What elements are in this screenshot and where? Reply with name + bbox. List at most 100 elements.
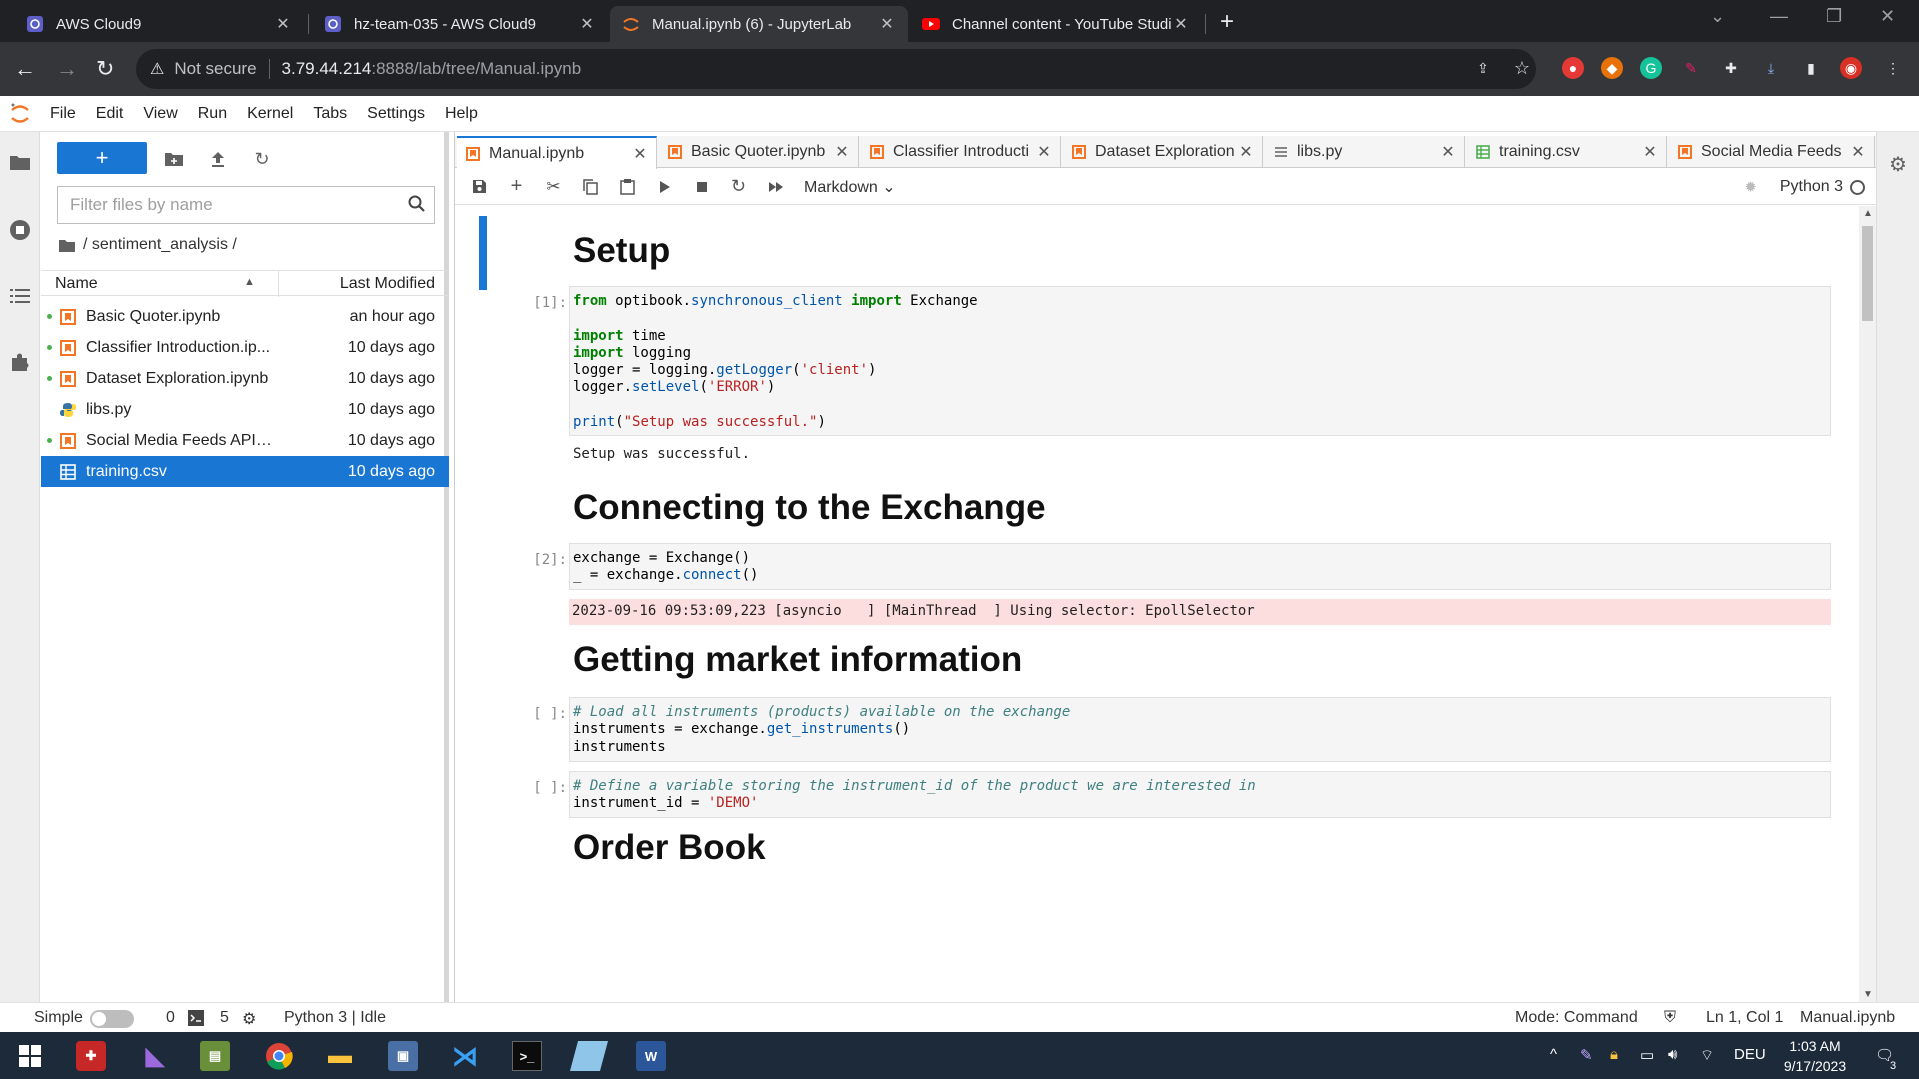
new-launcher-button[interactable]: + bbox=[57, 142, 147, 174]
copy-icon[interactable] bbox=[572, 178, 609, 195]
extension-metamask-icon[interactable]: ◆ bbox=[1601, 57, 1623, 79]
paste-icon[interactable] bbox=[609, 178, 646, 195]
file-filter-input[interactable]: Filter files by name bbox=[57, 186, 435, 224]
column-name[interactable]: Name bbox=[55, 275, 98, 293]
remote-desktop-icon[interactable]: ▣ bbox=[388, 1041, 418, 1071]
close-icon[interactable]: ✕ bbox=[1850, 142, 1866, 162]
file-row[interactable]: Classifier Introduction.ip... 10 days ag… bbox=[41, 332, 449, 363]
kernel-status[interactable]: Python 3 | Idle bbox=[284, 1009, 386, 1027]
close-icon[interactable]: ✕ bbox=[578, 14, 596, 34]
terminal-app-icon[interactable]: >_ bbox=[512, 1041, 542, 1071]
scroll-down-icon[interactable]: ▼ bbox=[1863, 989, 1873, 1000]
file-row[interactable]: libs.py 10 days ago bbox=[41, 394, 449, 425]
fast-forward-icon[interactable] bbox=[757, 181, 794, 193]
extension-adblock-icon[interactable]: ● bbox=[1562, 57, 1584, 79]
kernel-name[interactable]: Python 3 bbox=[1780, 178, 1843, 196]
menu-tabs[interactable]: Tabs bbox=[303, 105, 357, 123]
tab-basic-quoter[interactable]: Basic Quoter.ipynb ✕ bbox=[659, 136, 859, 168]
property-inspector-icon[interactable]: ⚙ bbox=[1889, 152, 1907, 177]
vscode-icon[interactable]: ⋊ bbox=[450, 1041, 480, 1071]
close-icon[interactable]: ✕ bbox=[878, 14, 896, 34]
browser-tab-aws-cloud9[interactable]: AWS Cloud9 ✕ bbox=[14, 6, 304, 42]
antivirus-icon[interactable]: ✚ bbox=[76, 1041, 106, 1071]
simple-mode-toggle[interactable] bbox=[90, 1010, 134, 1028]
chrome-icon[interactable] bbox=[264, 1041, 294, 1071]
file-row[interactable]: Dataset Exploration.ipynb 10 days ago bbox=[41, 363, 449, 394]
menu-settings[interactable]: Settings bbox=[357, 105, 435, 123]
browser-menu-icon[interactable]: ⋮ bbox=[1882, 57, 1904, 79]
debugger-icon[interactable]: ✹ bbox=[1744, 178, 1757, 196]
close-icon[interactable]: ✕ bbox=[1172, 14, 1190, 34]
menu-run[interactable]: Run bbox=[188, 105, 237, 123]
code-cell[interactable]: # Define a variable storing the instrume… bbox=[569, 771, 1831, 818]
code-cell[interactable]: from optibook.synchronous_client import … bbox=[569, 286, 1831, 436]
restore-icon[interactable]: ❐ bbox=[1826, 6, 1842, 27]
clock[interactable]: 1:03 AM 9/17/2023 bbox=[1770, 1036, 1860, 1076]
close-icon[interactable]: ✕ bbox=[1642, 142, 1658, 162]
tab-social-media-feeds[interactable]: Social Media Feeds ✕ bbox=[1669, 136, 1875, 168]
wifi-icon[interactable]: ⌔ bbox=[1700, 1046, 1714, 1065]
kernels-count[interactable]: 5 bbox=[220, 1009, 229, 1027]
save-icon[interactable] bbox=[461, 179, 498, 194]
minimize-icon[interactable]: — bbox=[1770, 6, 1788, 27]
tab-libs-py[interactable]: libs.py ✕ bbox=[1265, 136, 1465, 168]
extension-pen-icon[interactable]: ✎ bbox=[1680, 57, 1702, 79]
cut-icon[interactable]: ✂ bbox=[535, 177, 572, 197]
run-icon[interactable] bbox=[646, 180, 683, 194]
profile-avatar[interactable]: ◉ bbox=[1840, 57, 1862, 79]
sort-asc-icon[interactable]: ▲ bbox=[244, 276, 255, 288]
notebook-content[interactable]: Setup [1]: from optibook.synchronous_cli… bbox=[455, 206, 1860, 1002]
tray-chevron-icon[interactable]: ^ bbox=[1550, 1046, 1557, 1063]
image-viewer-icon[interactable]: ▤ bbox=[200, 1041, 230, 1071]
extension-manager-icon[interactable] bbox=[8, 350, 32, 374]
add-cell-icon[interactable]: + bbox=[498, 175, 535, 198]
extension-grammarly-icon[interactable]: G bbox=[1640, 57, 1662, 79]
scrollbar-thumb[interactable] bbox=[1862, 226, 1873, 321]
tab-search-icon[interactable]: ⌄ bbox=[1710, 6, 1725, 27]
terminals-count[interactable]: 0 bbox=[166, 1009, 175, 1027]
folder-icon[interactable] bbox=[59, 239, 75, 252]
close-window-icon[interactable]: ✕ bbox=[1880, 6, 1895, 27]
share-icon[interactable]: ⇪ bbox=[1472, 57, 1494, 79]
file-row[interactable]: Social Media Feeds API.i... 10 days ago bbox=[41, 425, 449, 456]
forward-icon[interactable]: → bbox=[56, 56, 78, 82]
table-of-contents-icon[interactable] bbox=[8, 284, 32, 308]
breadcrumb[interactable]: / sentiment_analysis / bbox=[59, 236, 237, 254]
menu-view[interactable]: View bbox=[133, 105, 187, 123]
downloads-icon[interactable]: ⤓ bbox=[1760, 57, 1782, 79]
menu-kernel[interactable]: Kernel bbox=[237, 105, 303, 123]
tab-manual-ipynb[interactable]: Manual.ipynb ✕ bbox=[457, 136, 657, 169]
volume-icon[interactable]: 🔊︎ bbox=[1668, 1046, 1677, 1063]
close-icon[interactable]: ✕ bbox=[274, 14, 292, 34]
column-last-modified[interactable]: Last Modified bbox=[340, 275, 435, 293]
file-explorer-icon[interactable]: ▬ bbox=[325, 1041, 355, 1071]
scroll-up-icon[interactable]: ▲ bbox=[1863, 208, 1873, 219]
refresh-icon[interactable]: ↻ bbox=[251, 148, 273, 170]
notebook-scrollbar[interactable]: ▲ ▼ bbox=[1859, 206, 1876, 1002]
battery-icon[interactable]: ▭ bbox=[1640, 1046, 1654, 1064]
notes-app-icon[interactable] bbox=[569, 1041, 609, 1071]
file-row-selected[interactable]: training.csv 10 days ago bbox=[41, 456, 449, 487]
language-indicator[interactable]: DEU bbox=[1734, 1046, 1766, 1063]
new-tab-button[interactable]: + bbox=[1220, 8, 1234, 36]
windows-start-icon[interactable] bbox=[15, 1041, 45, 1071]
extensions-puzzle-icon[interactable]: ✚ bbox=[1720, 57, 1742, 79]
security-tray-icon[interactable]: 🔒︎ bbox=[1610, 1046, 1618, 1063]
browser-tab-jupyterlab[interactable]: Manual.ipynb (6) - JupyterLab ✕ bbox=[610, 6, 908, 42]
menu-file[interactable]: File bbox=[40, 105, 86, 123]
address-bar[interactable]: ⚠ Not secure 3.79.44.214:8888/lab/tree/M… bbox=[136, 49, 1536, 89]
pen-tray-icon[interactable]: ✎ bbox=[1580, 1046, 1593, 1064]
browser-tab-hz-team[interactable]: hz-team-035 - AWS Cloud9 ✕ bbox=[312, 6, 608, 42]
menu-help[interactable]: Help bbox=[435, 105, 488, 123]
close-icon[interactable]: ✕ bbox=[632, 144, 648, 164]
side-panel-icon[interactable]: ▮ bbox=[1800, 57, 1822, 79]
reload-icon[interactable]: ↻ bbox=[96, 56, 114, 82]
visual-studio-icon[interactable]: ◣ bbox=[140, 1041, 170, 1071]
close-icon[interactable]: ✕ bbox=[1440, 142, 1456, 162]
folder-icon[interactable] bbox=[8, 150, 32, 174]
tab-training-csv[interactable]: training.csv ✕ bbox=[1467, 136, 1667, 168]
stop-icon[interactable] bbox=[683, 181, 720, 193]
close-icon[interactable]: ✕ bbox=[1238, 142, 1254, 162]
back-icon[interactable]: ← bbox=[14, 56, 36, 82]
restart-icon[interactable]: ↻ bbox=[720, 176, 757, 197]
